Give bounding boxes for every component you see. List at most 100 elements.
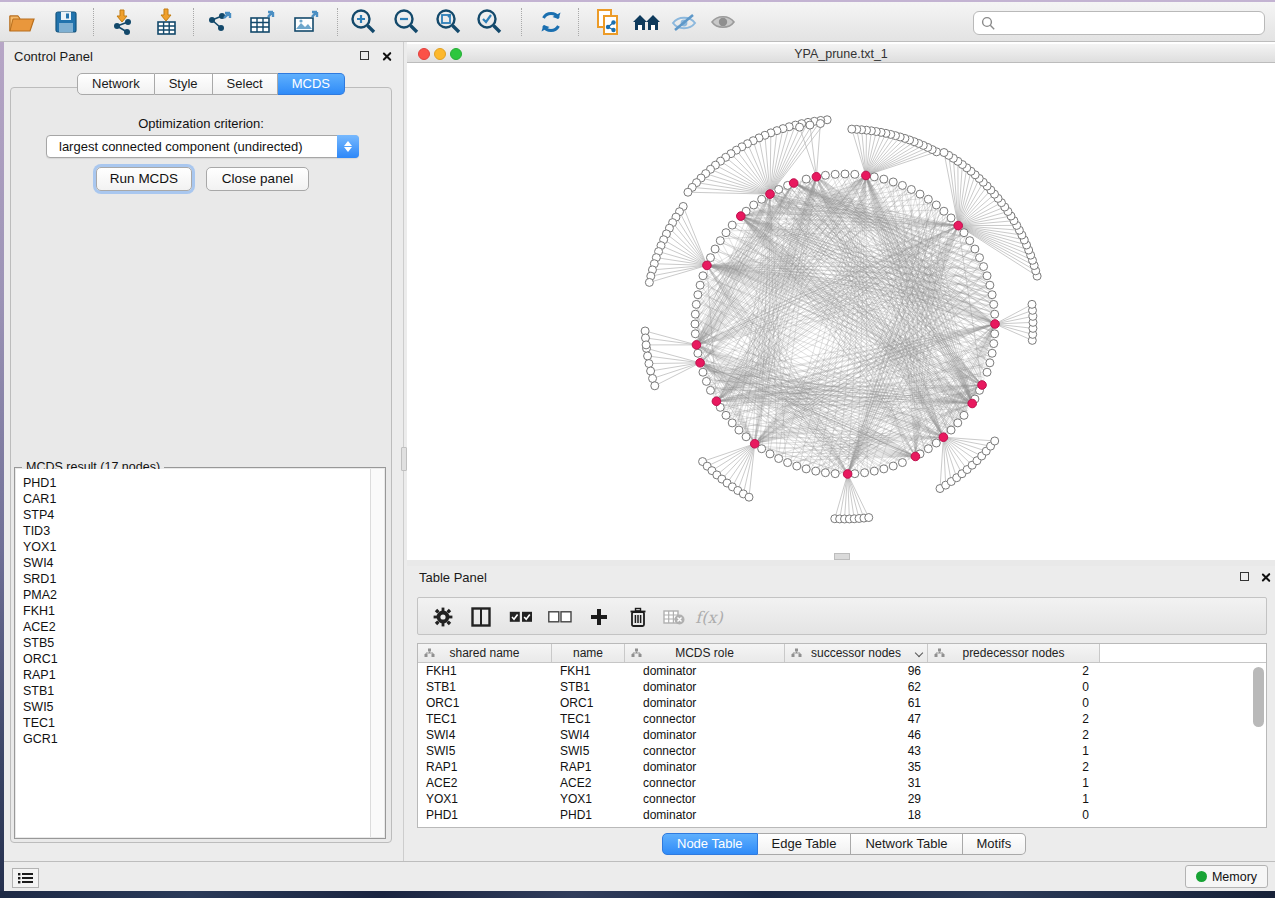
cell: dominator [643, 663, 793, 679]
tab-network[interactable]: Network [77, 73, 155, 95]
tab-network-table[interactable]: Network Table [851, 833, 962, 855]
memory-status-icon [1196, 871, 1207, 882]
memory-button[interactable]: Memory [1185, 865, 1268, 888]
mcds-result-item[interactable]: PMA2 [23, 587, 370, 603]
column-header-name[interactable]: name [552, 644, 625, 662]
show-panel-list-button[interactable] [12, 868, 39, 888]
import-table-button[interactable] [149, 6, 183, 38]
delete-rows-button[interactable] [623, 598, 653, 636]
network-view-title: YPA_prune.txt_1 [407, 47, 1275, 61]
table-row[interactable]: STB1STB1dominator620 [418, 679, 1266, 695]
control-panel-header: Control Panel [4, 42, 401, 70]
cell: 47 [785, 711, 921, 727]
column-header-MCDS-role[interactable]: MCDS role [625, 644, 785, 662]
select-all-rows-button[interactable] [506, 598, 536, 636]
deselect-all-rows-button[interactable] [545, 598, 575, 636]
mcds-result-item[interactable]: SWI5 [23, 699, 370, 715]
network-canvas[interactable] [407, 64, 1275, 560]
clone-network-icon [594, 7, 622, 37]
table-row[interactable]: RAP1RAP1dominator352 [418, 759, 1266, 775]
tree-icon [631, 648, 642, 658]
sort-descending-icon [915, 649, 923, 657]
export-table-button[interactable] [246, 6, 280, 38]
table-settings-button[interactable] [428, 598, 458, 636]
mcds-result-item[interactable]: GCR1 [23, 731, 370, 747]
show-columns-button[interactable] [466, 598, 496, 636]
criterion-dropdown[interactable]: largest connected component (undirected) [46, 135, 359, 158]
zoom-selected-button[interactable] [472, 6, 506, 38]
tab-mcds[interactable]: MCDS [278, 73, 345, 95]
import-network-button[interactable] [105, 6, 139, 38]
float-table-panel-icon[interactable] [1240, 572, 1249, 581]
mcds-result-item[interactable]: STB1 [23, 683, 370, 699]
tab-node-table[interactable]: Node Table [662, 833, 758, 855]
toolbar-separator [193, 8, 194, 36]
mcds-result-item[interactable]: FKH1 [23, 603, 370, 619]
trash-icon [629, 607, 647, 627]
mcds-result-item[interactable]: STB5 [23, 635, 370, 651]
search-input[interactable] [973, 11, 1265, 35]
zoom-in-button[interactable] [346, 6, 380, 38]
cell: SWI5 [426, 743, 550, 759]
mcds-result-item[interactable]: ACE2 [23, 619, 370, 635]
go-home-button[interactable] [630, 6, 664, 38]
export-network-icon [204, 8, 234, 36]
import-table-icon [152, 8, 180, 36]
tab-style[interactable]: Style [155, 73, 213, 95]
table-row[interactable]: ORC1ORC1dominator610 [418, 695, 1266, 711]
export-image-button[interactable] [290, 6, 324, 38]
table-row[interactable]: ACE2ACE2connector311 [418, 775, 1266, 791]
mcds-result-item[interactable]: PHD1 [23, 475, 370, 491]
column-header-successor-nodes[interactable]: successor nodes [785, 644, 928, 662]
table-row[interactable]: YOX1YOX1connector291 [418, 791, 1266, 807]
close-table-panel-icon[interactable] [1260, 572, 1271, 583]
mcds-result-item[interactable]: TEC1 [23, 715, 370, 731]
show-all-button[interactable] [706, 6, 740, 38]
horizontal-splitter-handle[interactable] [834, 553, 850, 560]
tab-motifs[interactable]: Motifs [963, 833, 1027, 855]
table-row[interactable]: FKH1FKH1dominator962 [418, 663, 1266, 679]
table-panel-tabs: Node TableEdge TableNetwork TableMotifs [662, 833, 1026, 855]
mcds-result-item[interactable]: TID3 [23, 523, 370, 539]
column-header-predecessor-nodes[interactable]: predecessor nodes [928, 644, 1100, 662]
cell: ORC1 [560, 695, 623, 711]
export-network-button[interactable] [202, 6, 236, 38]
table-row[interactable]: SWI4SWI4dominator462 [418, 727, 1266, 743]
refresh-layout-button[interactable] [534, 6, 568, 38]
table-row[interactable]: TEC1TEC1connector472 [418, 711, 1266, 727]
table-header-row: shared namenameMCDS role successor nodes p… [418, 644, 1266, 663]
float-panel-icon[interactable] [360, 51, 369, 60]
cell: YOX1 [426, 791, 550, 807]
apply-function-button[interactable]: f(x) [694, 598, 724, 636]
add-row-button[interactable] [584, 598, 614, 636]
tab-select[interactable]: Select [213, 73, 278, 95]
delete-table-button[interactable] [659, 598, 689, 636]
mcds-result-item[interactable]: YOX1 [23, 539, 370, 555]
close-panel-icon[interactable] [381, 51, 392, 62]
cell: 96 [785, 663, 921, 679]
table-scrollbar-thumb[interactable] [1253, 667, 1264, 727]
mcds-result-scrollbar[interactable] [370, 469, 384, 837]
open-file-button[interactable] [5, 6, 39, 38]
tab-edge-table[interactable]: Edge Table [758, 833, 852, 855]
close-panel-button[interactable]: Close panel [206, 167, 309, 191]
zoom-out-button[interactable] [389, 6, 423, 38]
mcds-result-item[interactable]: STP4 [23, 507, 370, 523]
mcds-result-item[interactable]: SWI4 [23, 555, 370, 571]
mcds-result-list[interactable]: PHD1CAR1STP4TID3YOX1SWI4SRD1PMA2FKH1ACE2… [16, 469, 370, 837]
zoom-fit-button[interactable] [431, 6, 465, 38]
mcds-result-item[interactable]: RAP1 [23, 667, 370, 683]
mcds-result-item[interactable]: CAR1 [23, 491, 370, 507]
save-session-button[interactable] [49, 6, 83, 38]
column-label: successor nodes [811, 646, 901, 660]
mcds-result-item[interactable]: SRD1 [23, 571, 370, 587]
clone-network-button[interactable] [591, 6, 625, 38]
table-row[interactable]: PHD1PHD1dominator180 [418, 807, 1266, 823]
hide-selected-button[interactable] [667, 6, 701, 38]
cell: FKH1 [426, 663, 550, 679]
table-row[interactable]: SWI5SWI5connector431 [418, 743, 1266, 759]
column-header-shared-name[interactable]: shared name [418, 644, 552, 662]
cell: connector [643, 711, 793, 727]
mcds-result-item[interactable]: ORC1 [23, 651, 370, 667]
run-mcds-button[interactable]: Run MCDS [96, 167, 192, 191]
